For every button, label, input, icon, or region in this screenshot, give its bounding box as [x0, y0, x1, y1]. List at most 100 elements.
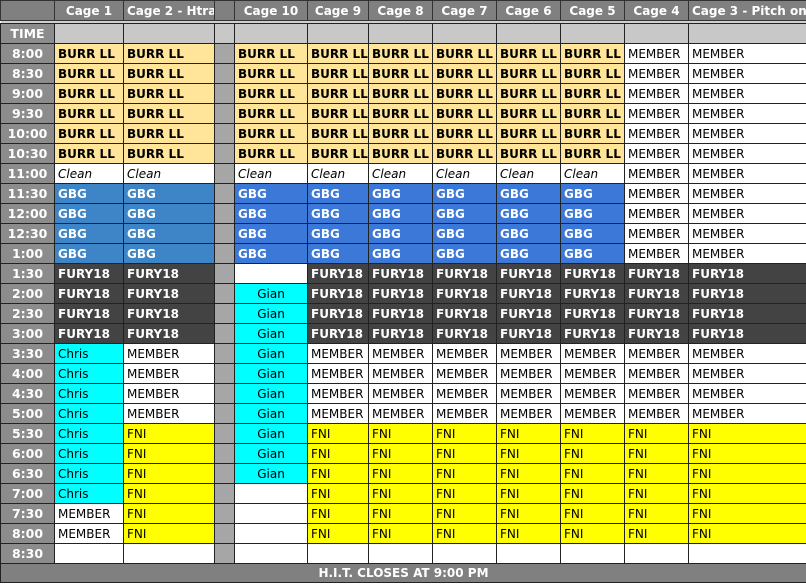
schedule-cell[interactable]: Clean — [560, 163, 625, 184]
schedule-cell[interactable]: GBG — [368, 243, 433, 264]
schedule-cell[interactable]: Chris — [54, 483, 124, 504]
column-header-cage-7[interactable]: Cage 7 — [432, 0, 497, 21]
schedule-cell[interactable]: Gian — [234, 403, 308, 424]
time-row-blank-cell[interactable] — [368, 23, 433, 44]
schedule-cell[interactable]: MEMBER — [54, 503, 124, 524]
schedule-cell[interactable]: FURY18 — [624, 263, 689, 284]
schedule-cell[interactable]: FNI — [624, 463, 689, 484]
schedule-cell[interactable]: MEMBER — [496, 403, 561, 424]
schedule-cell[interactable] — [234, 523, 308, 544]
schedule-cell[interactable]: BURR LL — [234, 123, 308, 144]
time-slot-label[interactable]: 10:00 — [0, 123, 55, 144]
schedule-cell[interactable] — [624, 543, 689, 564]
schedule-cell[interactable]: MEMBER — [688, 103, 806, 124]
schedule-cell[interactable]: FURY18 — [123, 303, 215, 324]
schedule-cell[interactable]: GBG — [307, 203, 369, 224]
schedule-cell[interactable]: FNI — [368, 443, 433, 464]
schedule-cell[interactable]: Gian — [234, 383, 308, 404]
column-header-cage-8[interactable]: Cage 8 — [368, 0, 433, 21]
schedule-cell[interactable]: BURR LL — [234, 63, 308, 84]
schedule-cell[interactable]: FNI — [560, 423, 625, 444]
schedule-cell[interactable]: FNI — [368, 463, 433, 484]
schedule-cell[interactable]: FURY18 — [688, 323, 806, 344]
schedule-cell[interactable]: MEMBER — [307, 383, 369, 404]
schedule-cell[interactable]: FNI — [496, 423, 561, 444]
schedule-cell[interactable]: BURR LL — [307, 43, 369, 64]
schedule-cell[interactable]: MEMBER — [688, 403, 806, 424]
gap-cell[interactable] — [214, 383, 235, 404]
schedule-cell[interactable]: MEMBER — [688, 163, 806, 184]
schedule-cell[interactable]: FNI — [432, 523, 497, 544]
schedule-cell[interactable]: GBG — [54, 243, 124, 264]
schedule-cell[interactable]: MEMBER — [624, 363, 689, 384]
schedule-cell[interactable]: Clean — [123, 163, 215, 184]
schedule-cell[interactable]: Gian — [234, 303, 308, 324]
schedule-cell[interactable]: FNI — [496, 463, 561, 484]
schedule-cell[interactable] — [123, 543, 215, 564]
schedule-cell[interactable]: FNI — [688, 503, 806, 524]
schedule-cell[interactable]: FURY18 — [432, 323, 497, 344]
schedule-cell[interactable]: FURY18 — [496, 323, 561, 344]
time-slot-label[interactable]: 3:30 — [0, 343, 55, 364]
schedule-cell[interactable]: FURY18 — [432, 303, 497, 324]
schedule-cell[interactable]: BURR LL — [123, 43, 215, 64]
schedule-cell[interactable]: BURR LL — [123, 143, 215, 164]
schedule-cell[interactable]: BURR LL — [368, 43, 433, 64]
schedule-cell[interactable]: MEMBER — [368, 343, 433, 364]
schedule-cell[interactable]: GBG — [234, 203, 308, 224]
schedule-cell[interactable]: FNI — [688, 443, 806, 464]
gap-cell[interactable] — [214, 463, 235, 484]
schedule-cell[interactable]: BURR LL — [307, 123, 369, 144]
schedule-cell[interactable]: FURY18 — [688, 303, 806, 324]
gap-cell[interactable] — [214, 223, 235, 244]
schedule-cell[interactable]: BURR LL — [54, 43, 124, 64]
schedule-cell[interactable]: Gian — [234, 443, 308, 464]
gap-cell[interactable] — [214, 403, 235, 424]
schedule-cell[interactable]: FNI — [123, 503, 215, 524]
schedule-cell[interactable]: BURR LL — [368, 143, 433, 164]
schedule-cell[interactable]: MEMBER — [560, 343, 625, 364]
time-slot-label[interactable]: 2:00 — [0, 283, 55, 304]
time-slot-label[interactable]: 1:30 — [0, 263, 55, 284]
schedule-cell[interactable]: Clean — [432, 163, 497, 184]
schedule-cell[interactable]: Clean — [234, 163, 308, 184]
schedule-cell[interactable]: MEMBER — [432, 383, 497, 404]
time-slot-label[interactable]: 5:30 — [0, 423, 55, 444]
schedule-cell[interactable]: BURR LL — [307, 103, 369, 124]
schedule-cell[interactable]: FURY18 — [54, 263, 124, 284]
schedule-cell[interactable]: MEMBER — [307, 403, 369, 424]
time-row-blank-cell[interactable] — [560, 23, 625, 44]
schedule-cell[interactable]: MEMBER — [624, 203, 689, 224]
schedule-cell[interactable]: MEMBER — [496, 383, 561, 404]
schedule-cell[interactable]: FNI — [307, 483, 369, 504]
schedule-cell[interactable]: BURR LL — [560, 83, 625, 104]
schedule-cell[interactable]: MEMBER — [368, 403, 433, 424]
schedule-cell[interactable]: BURR LL — [234, 83, 308, 104]
schedule-cell[interactable]: FURY18 — [368, 303, 433, 324]
time-slot-label[interactable]: 4:30 — [0, 383, 55, 404]
schedule-cell[interactable]: BURR LL — [368, 123, 433, 144]
schedule-cell[interactable]: BURR LL — [432, 103, 497, 124]
time-slot-label[interactable]: 2:30 — [0, 303, 55, 324]
schedule-cell[interactable]: BURR LL — [432, 63, 497, 84]
time-row-blank-cell[interactable] — [54, 23, 124, 44]
schedule-cell[interactable]: MEMBER — [624, 223, 689, 244]
schedule-cell[interactable]: FURY18 — [368, 263, 433, 284]
schedule-cell[interactable]: FNI — [307, 523, 369, 544]
schedule-cell[interactable]: FURY18 — [54, 303, 124, 324]
schedule-cell[interactable]: GBG — [432, 183, 497, 204]
schedule-cell[interactable]: Clean — [368, 163, 433, 184]
schedule-cell[interactable]: BURR LL — [560, 123, 625, 144]
schedule-cell[interactable]: Chris — [54, 383, 124, 404]
schedule-cell[interactable] — [234, 503, 308, 524]
schedule-cell[interactable]: BURR LL — [54, 103, 124, 124]
schedule-cell[interactable] — [368, 543, 433, 564]
schedule-cell[interactable]: MEMBER — [368, 363, 433, 384]
schedule-cell[interactable]: BURR LL — [560, 143, 625, 164]
schedule-cell[interactable]: MEMBER — [560, 403, 625, 424]
schedule-cell[interactable]: BURR LL — [496, 83, 561, 104]
schedule-cell[interactable]: MEMBER — [624, 143, 689, 164]
schedule-cell[interactable]: MEMBER — [496, 363, 561, 384]
schedule-cell[interactable]: Chris — [54, 463, 124, 484]
schedule-cell[interactable]: FURY18 — [496, 263, 561, 284]
